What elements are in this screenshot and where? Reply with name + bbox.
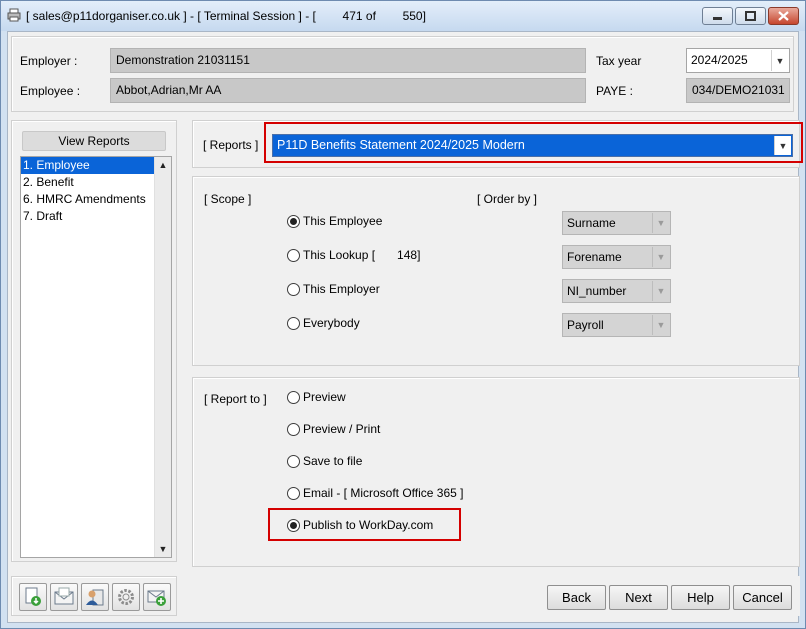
reports-highlight-box <box>264 122 803 163</box>
radio-dot-icon <box>287 282 300 296</box>
radio-dot-icon <box>287 422 300 436</box>
report-to-radio-label: Save to file <box>303 454 363 468</box>
report-category-list[interactable]: 1. Employee 2. Benefit 6. HMRC Amendments 7… <box>20 156 172 558</box>
radio-dot-icon <box>287 214 300 228</box>
scope-radio-label: This Lookup [ <box>303 248 376 262</box>
scope-label: [ Scope ] <box>204 192 252 206</box>
back-button[interactable]: Back <box>547 585 606 610</box>
user-clipboard-icon <box>86 589 104 606</box>
cancel-button[interactable]: Cancel <box>733 585 792 610</box>
radio-dot-icon <box>287 248 300 262</box>
printer-icon <box>7 8 21 22</box>
employer-field: Demonstration 21031151 <box>110 48 586 73</box>
window-title: [ sales@p11dorganiser.co.uk ] - [ Termin… <box>26 9 426 23</box>
settings-button[interactable] <box>112 583 140 611</box>
close-icon <box>778 11 789 21</box>
report-to-radio-1[interactable]: Preview / Print <box>287 422 380 436</box>
order-by-select-0[interactable]: Surname ▼ <box>562 211 671 235</box>
import-document-icon <box>25 587 41 606</box>
scroll-down-icon[interactable]: ▼ <box>155 541 171 557</box>
report-to-radio-3[interactable]: Email - [ Microsoft Office 365 ] <box>287 486 464 500</box>
order-by-select-3[interactable]: Payroll ▼ <box>562 313 671 337</box>
report-to-radio-0[interactable]: Preview <box>287 390 346 404</box>
employee-field: Abbot,Adrian,Mr AA <box>110 78 586 103</box>
chevron-down-icon: ▼ <box>771 50 788 71</box>
employer-label: Employer : <box>20 54 78 68</box>
sidebar-panel: View Reports 1. Employee 2. Benefit 6. HMR… <box>11 120 177 562</box>
scope-panel: [ Scope ] This Employee This Lookup [ 148]… <box>192 176 800 366</box>
report-to-label: [ Report to ] <box>204 392 267 406</box>
tax-year-select[interactable]: 2024/2025 ▼ <box>686 48 790 73</box>
title-bar: [ sales@p11dorganiser.co.uk ] - [ Termin… <box>1 1 805 31</box>
paye-label: PAYE : <box>596 84 633 98</box>
sidebar-item-2[interactable]: 6. HMRC Amendments <box>21 191 171 208</box>
add-email-icon <box>147 590 166 606</box>
main-window: [ sales@p11dorganiser.co.uk ] - [ Termin… <box>0 0 806 629</box>
add-email-button[interactable] <box>143 583 171 611</box>
order-by-value: Forename <box>567 250 622 264</box>
list-scrollbar[interactable]: ▲ ▼ <box>154 157 171 557</box>
scope-radio-0[interactable]: This Employee <box>287 214 382 228</box>
order-by-value: Surname <box>567 216 616 230</box>
next-button[interactable]: Next <box>609 585 668 610</box>
sidebar-item-0[interactable]: 1. Employee <box>21 157 171 174</box>
minimize-button[interactable] <box>702 7 733 25</box>
scope-radio-1[interactable]: This Lookup [ 148] <box>287 248 420 262</box>
scope-radio-label: This Employee <box>303 214 383 228</box>
settings-gear-icon <box>118 589 134 605</box>
scope-radio-label: This Employer <box>303 282 380 296</box>
order-by-select-1[interactable]: Forename ▼ <box>562 245 671 269</box>
tax-year-value: 2024/2025 <box>691 53 748 67</box>
report-to-radio-label: Email - [ Microsoft Office 365 ] <box>303 486 464 500</box>
maximize-icon <box>745 11 756 21</box>
order-by-value: NI_number <box>567 284 627 298</box>
report-to-radio-label: Preview <box>303 390 346 404</box>
scope-radio-label: Everybody <box>303 316 360 330</box>
help-button[interactable]: Help <box>671 585 730 610</box>
publish-highlight-box <box>268 508 461 541</box>
minimize-icon <box>713 17 722 20</box>
chevron-down-icon: ▼ <box>652 315 669 335</box>
header-panel: Employer : Demonstration 21031151 Employ… <box>11 36 794 112</box>
order-by-value: Payroll <box>567 318 604 332</box>
report-to-radio-label: Preview / Print <box>303 422 381 436</box>
radio-dot-icon <box>287 390 300 404</box>
email-letter-button[interactable] <box>50 583 78 611</box>
employee-label: Employee : <box>20 84 81 98</box>
user-clipboard-button[interactable] <box>81 583 109 611</box>
scope-radio-3[interactable]: Everybody <box>287 316 360 330</box>
radio-dot-icon <box>287 486 300 500</box>
scroll-up-icon[interactable]: ▲ <box>155 157 171 173</box>
sidebar-item-3[interactable]: 7. Draft <box>21 208 171 225</box>
maximize-button[interactable] <box>735 7 766 25</box>
paye-field: 034/DEMO21031 <box>686 78 790 103</box>
chevron-down-icon: ▼ <box>652 213 669 233</box>
report-category-items: 1. Employee 2. Benefit 6. HMRC Amendments 7… <box>21 157 171 225</box>
email-letter-icon <box>54 587 74 605</box>
reports-label: [ Reports ] <box>203 138 259 152</box>
order-by-label: [ Order by ] <box>477 192 538 206</box>
order-by-select-2[interactable]: NI_number ▼ <box>562 279 671 303</box>
scope-radio-2[interactable]: This Employer <box>287 282 380 296</box>
chevron-down-icon: ▼ <box>652 247 669 267</box>
lookup-count: 148] <box>397 248 421 262</box>
tax-year-label: Tax year <box>596 54 642 68</box>
report-to-radio-2[interactable]: Save to file <box>287 454 362 468</box>
close-button[interactable] <box>768 7 799 25</box>
radio-dot-icon <box>287 316 300 330</box>
import-document-button[interactable] <box>19 583 47 611</box>
radio-dot-icon <box>287 454 300 468</box>
chevron-down-icon: ▼ <box>652 281 669 301</box>
sidebar-item-1[interactable]: 2. Benefit <box>21 174 171 191</box>
view-reports-header: View Reports <box>22 131 166 151</box>
